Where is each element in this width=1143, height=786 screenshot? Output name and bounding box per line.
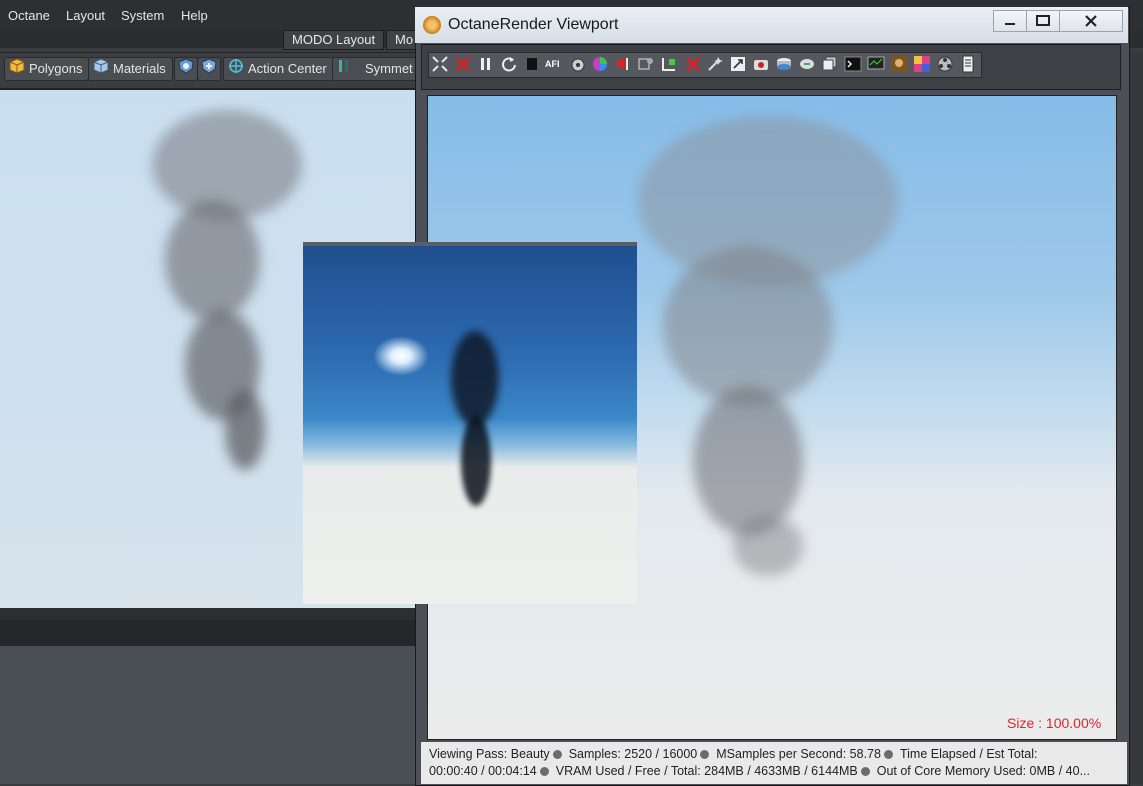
status-dot (883, 750, 893, 760)
stop-icon[interactable] (523, 55, 541, 73)
action-center-label: Action Center (248, 61, 327, 76)
terminal-icon[interactable] (844, 55, 862, 73)
lower-divider (0, 608, 418, 620)
materials-button[interactable]: Materials (88, 57, 173, 81)
layers-icon[interactable] (821, 55, 839, 73)
clear-icon[interactable] (684, 55, 702, 73)
region-icon[interactable] (614, 55, 632, 73)
close-icon (1060, 15, 1122, 34)
symmetry-button[interactable]: Symmet (332, 57, 418, 81)
render-smoke-lower (693, 386, 803, 536)
checker-icon[interactable] (913, 55, 931, 73)
focus-icon[interactable] (660, 55, 678, 73)
shield-icon (177, 58, 195, 77)
fit-view-icon[interactable] (431, 55, 449, 73)
document-icon[interactable] (959, 55, 977, 73)
materials-label: Materials (113, 61, 166, 76)
status-dot (539, 767, 549, 777)
window-title: OctaneRender Viewport (448, 16, 619, 33)
sun-glow (373, 336, 429, 376)
portrait-icon[interactable] (890, 55, 908, 73)
crosshair-icon (228, 58, 244, 81)
camera-lens-icon[interactable] (569, 55, 587, 73)
menu-layout[interactable]: Layout (66, 8, 105, 23)
vram-text: VRAM Used / Free / Total: 284MB / 4633MB… (555, 764, 858, 778)
shield-button-1[interactable] (174, 57, 198, 81)
menu-system[interactable]: System (121, 8, 164, 23)
symmetry-label: Symmet (365, 61, 413, 76)
monitor-icon[interactable] (867, 55, 885, 73)
dark-smoke-lower (461, 416, 491, 506)
render-smoke-base (733, 516, 803, 576)
export-icon[interactable] (798, 55, 816, 73)
render-smoke-middle (663, 246, 833, 406)
resize-icon[interactable] (729, 55, 747, 73)
msamples-text: MSamples per Second: 58.78 (716, 747, 881, 761)
status-dot (860, 767, 870, 777)
time-value-text: 00:00:40 / 00:04:14 (429, 764, 537, 778)
stop-render-icon[interactable] (454, 55, 472, 73)
time-label: Time Elapsed / Est Total: (899, 747, 1038, 761)
viewing-pass-text: Viewing Pass: Beauty (429, 747, 550, 761)
octane-logo-icon (423, 16, 441, 34)
out-of-core-text: Out of Core Memory Used: 0MB / 40... (876, 764, 1091, 778)
menu-octane[interactable]: Octane (8, 8, 50, 23)
smoke-plume-middle (165, 200, 260, 320)
status-dot (700, 750, 710, 760)
minimize-button[interactable] (993, 10, 1027, 32)
wand-icon[interactable] (706, 55, 724, 73)
tab-modo-layout[interactable]: MODO Layout (283, 30, 385, 50)
minimize-icon (994, 19, 1026, 34)
restart-icon[interactable] (500, 55, 518, 73)
material-cube-icon (93, 58, 109, 81)
size-readout: Size : 100.00% (1007, 715, 1102, 731)
menu-help[interactable]: Help (181, 8, 208, 23)
symmetry-icon (337, 58, 351, 81)
maximize-icon (1027, 15, 1059, 34)
pick-icon[interactable] (637, 55, 655, 73)
shield-button-2[interactable] (197, 57, 221, 81)
dark-smoke-upper (451, 331, 499, 426)
samples-text: Samples: 2520 / 16000 (568, 747, 698, 761)
status-bar: Viewing Pass: Beauty Samples: 2520 / 1600… (421, 742, 1127, 784)
disk-save-icon[interactable] (775, 55, 793, 73)
shield-icon (200, 58, 218, 77)
environment-preview (303, 242, 637, 604)
polygons-button[interactable]: Polygons (4, 57, 90, 81)
film-reel-icon[interactable] (936, 55, 954, 73)
af-icon[interactable]: AFI (545, 55, 563, 73)
polygons-label: Polygons (29, 61, 83, 76)
color-wheel-icon[interactable] (591, 55, 609, 73)
action-center-button[interactable]: Action Center (223, 57, 334, 81)
smoke-plume-base (225, 390, 265, 470)
camera-icon[interactable] (752, 55, 770, 73)
pause-icon[interactable] (477, 55, 495, 73)
lower-tab-bar (0, 620, 418, 646)
maximize-button[interactable] (1026, 10, 1060, 32)
cube-icon (9, 58, 25, 81)
status-dot (552, 750, 562, 760)
close-button[interactable] (1059, 10, 1123, 32)
